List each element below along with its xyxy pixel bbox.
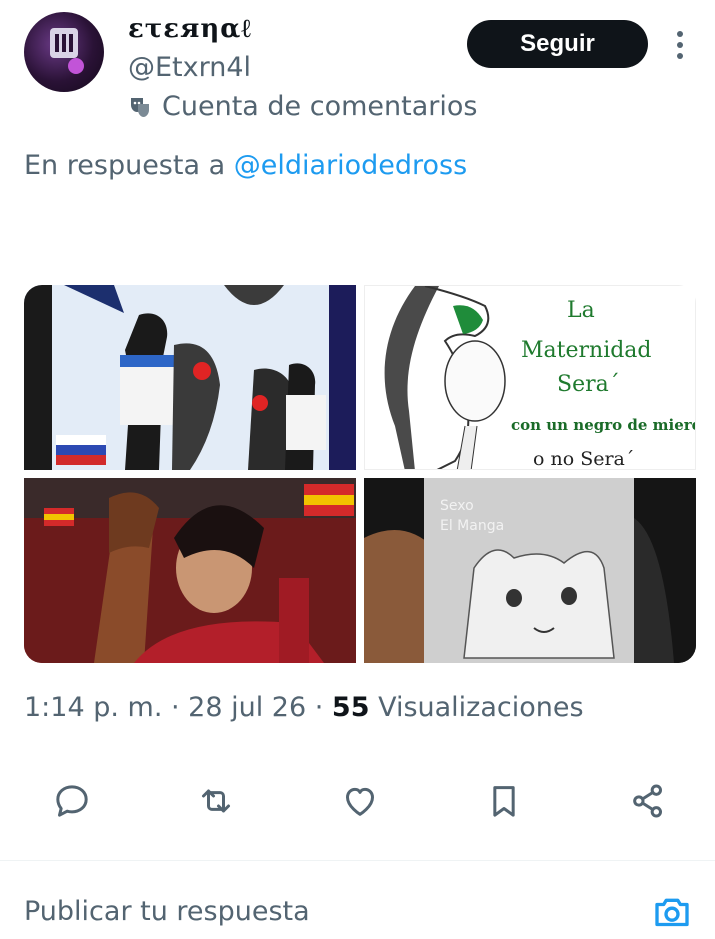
- share-icon: [633, 784, 662, 818]
- media-image-4[interactable]: Sexo El Manga: [364, 478, 696, 663]
- views-label: Visualizaciones: [369, 692, 584, 723]
- bookmark-button[interactable]: [478, 775, 530, 827]
- media-grid: La Maternidad Sera´ con un negro de mier…: [24, 285, 696, 663]
- reply-prefix: En respuesta a: [24, 150, 234, 181]
- retweet-button[interactable]: [190, 775, 242, 827]
- reply-button[interactable]: [46, 775, 98, 827]
- reply-composer-input[interactable]: Publicar tu respuesta: [24, 896, 310, 927]
- meta-separator: ·: [306, 692, 332, 723]
- divider: [0, 860, 715, 861]
- views-count: 55: [331, 692, 370, 723]
- image4-label-manga: El Manga: [440, 518, 505, 534]
- account-label: Cuenta de comentarios: [128, 91, 477, 122]
- reply-context: En respuesta a @eldiariodedross: [24, 150, 467, 181]
- share-button[interactable]: [622, 775, 674, 827]
- retweet-icon: [202, 789, 230, 813]
- like-button[interactable]: [334, 775, 386, 827]
- bookmark-icon: [493, 786, 515, 817]
- tweet-date[interactable]: 28 jul 26: [188, 692, 306, 723]
- image2-line: Maternidad: [521, 338, 652, 363]
- display-name[interactable]: ετεяηαℓ: [128, 14, 252, 44]
- like-icon: [346, 787, 374, 816]
- tweet-time[interactable]: 1:14 p. m.: [24, 692, 162, 723]
- tweet-meta: 1:14 p. m. · 28 jul 26 · 55 Visualizacio…: [24, 692, 584, 723]
- avatar[interactable]: [24, 12, 104, 92]
- image4-label-sexo: Sexo: [440, 498, 474, 514]
- meta-separator: ·: [162, 692, 189, 723]
- action-bar: [0, 775, 715, 827]
- theater-masks-icon: [131, 97, 149, 117]
- follow-button[interactable]: Seguir: [467, 20, 648, 68]
- image2-line: o no Sera´: [533, 448, 635, 470]
- reply-icon: [56, 785, 88, 817]
- media-image-2[interactable]: La Maternidad Sera´ con un negro de mier…: [364, 285, 696, 470]
- image2-line: Sera´: [557, 372, 620, 397]
- avatar-figure: [50, 28, 84, 74]
- more-options-icon[interactable]: [670, 28, 690, 62]
- image2-line: con un negro de mierda: [511, 416, 696, 434]
- image2-line: La: [567, 298, 595, 323]
- camera-icon[interactable]: [652, 892, 692, 932]
- media-image-1[interactable]: [24, 285, 356, 470]
- reply-mention-link[interactable]: @eldiariodedross: [234, 150, 467, 181]
- account-label-text: Cuenta de comentarios: [162, 91, 478, 122]
- media-image-3[interactable]: [24, 478, 356, 663]
- user-handle[interactable]: @Etxrn4l: [128, 52, 251, 83]
